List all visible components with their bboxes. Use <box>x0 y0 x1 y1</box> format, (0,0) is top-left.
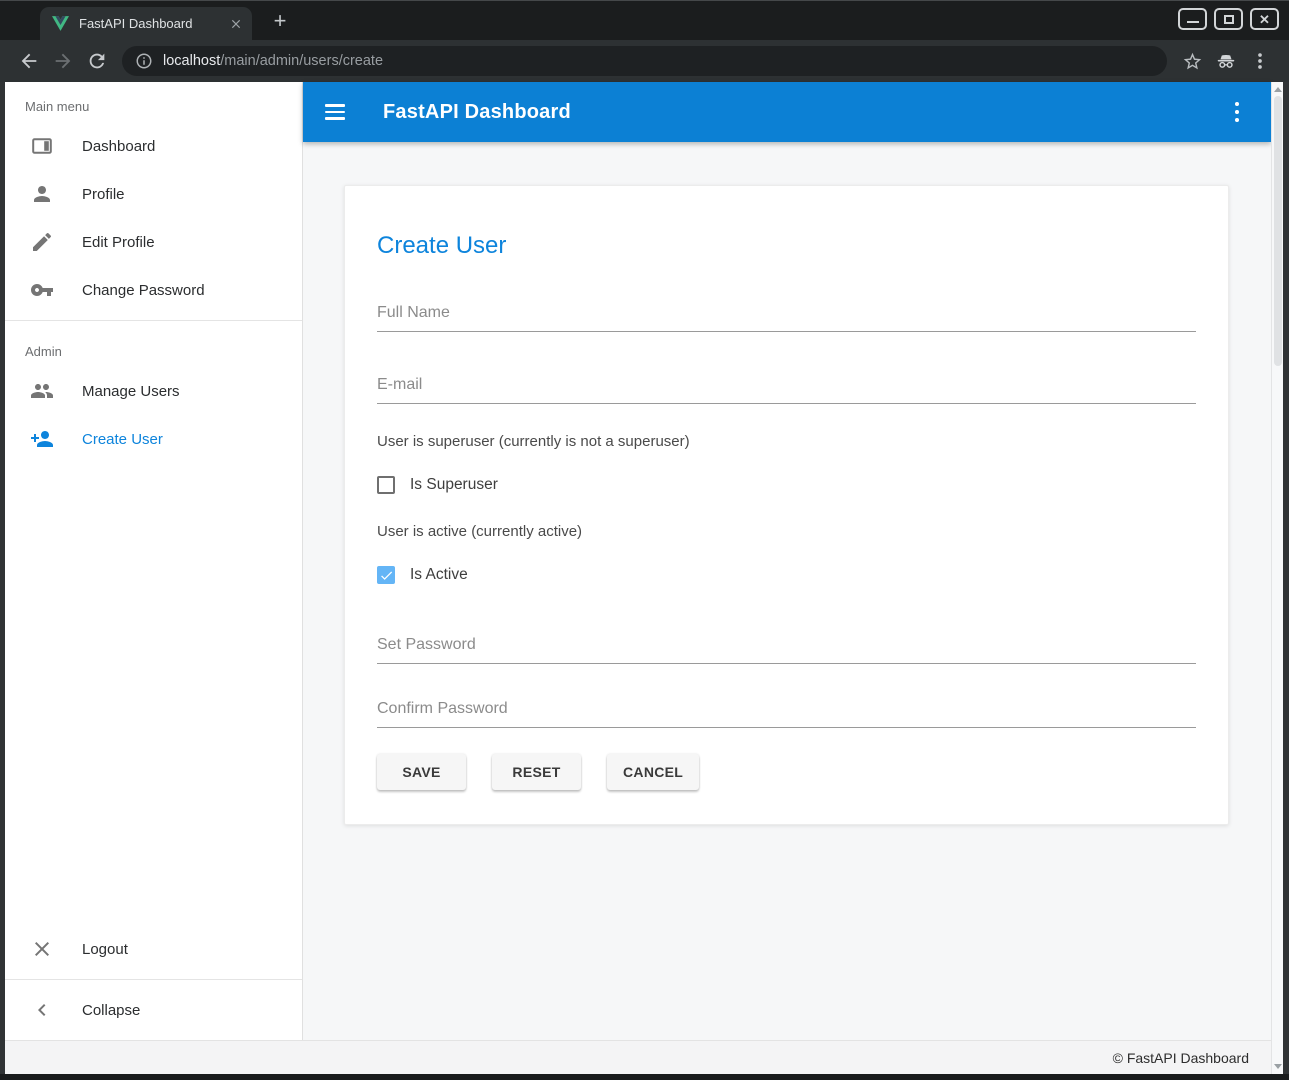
forward-button[interactable] <box>46 44 80 78</box>
window-minimize-button[interactable] <box>1178 8 1207 30</box>
save-button[interactable]: SAVE <box>377 754 466 790</box>
close-icon <box>30 937 54 961</box>
scrollbar-thumb[interactable] <box>1274 96 1282 366</box>
incognito-icon <box>1209 44 1243 78</box>
browser-tab-strip: FastAPI Dashboard + ✕ <box>0 0 1289 40</box>
sidebar-item-label: Create User <box>82 431 163 448</box>
sidebar-item-logout[interactable]: Logout <box>5 925 302 973</box>
main-area: FastAPI Dashboard Create User User is s <box>303 82 1271 1074</box>
reload-button[interactable] <box>80 44 114 78</box>
active-note: User is active (currently active) <box>377 523 1196 540</box>
browser-scrollbar[interactable] <box>1271 82 1283 1074</box>
sidebar-item-profile[interactable]: Profile <box>5 170 302 218</box>
sidebar-item-label: Dashboard <box>82 138 155 155</box>
sidebar-item-label: Collapse <box>82 1002 140 1019</box>
sidebar-item-manage-users[interactable]: Manage Users <box>5 367 302 415</box>
sidebar-section-main-menu: Main menu <box>5 82 302 122</box>
sidebar-item-dashboard[interactable]: Dashboard <box>5 122 302 170</box>
url-path: /main/admin/users/create <box>220 53 383 69</box>
people-icon <box>30 379 54 403</box>
address-bar[interactable]: localhost/main/admin/users/create <box>122 46 1167 76</box>
back-button[interactable] <box>12 44 46 78</box>
scrollbar-down-arrow-icon[interactable] <box>1274 1064 1282 1069</box>
is-superuser-label: Is Superuser <box>410 476 498 494</box>
footer-copyright: © FastAPI Dashboard <box>1113 1050 1249 1066</box>
browser-tab[interactable]: FastAPI Dashboard <box>40 7 252 40</box>
bookmark-star-icon[interactable] <box>1175 44 1209 78</box>
confirm-password-input[interactable] <box>377 694 1196 728</box>
email-field-wrap <box>377 370 1196 404</box>
is-active-row[interactable]: Is Active <box>377 566 1196 584</box>
sidebar-item-label: Edit Profile <box>82 234 155 251</box>
form-buttons: SAVE RESET CANCEL <box>377 754 1196 790</box>
sidebar-divider <box>5 979 302 980</box>
app-bar-menu-icon[interactable] <box>1225 100 1249 124</box>
sidebar-spacer <box>5 463 302 925</box>
cancel-button[interactable]: CANCEL <box>607 754 699 790</box>
new-tab-button[interactable]: + <box>268 9 292 33</box>
scrollbar-up-arrow-icon[interactable] <box>1274 87 1282 92</box>
hamburger-menu-icon[interactable] <box>325 100 349 124</box>
sidebar-item-collapse[interactable]: Collapse <box>5 986 302 1034</box>
sidebar: Main menu Dashboard Profile <box>5 82 303 1074</box>
is-superuser-checkbox[interactable] <box>377 476 395 494</box>
dashboard-icon <box>30 134 54 158</box>
full-name-field-wrap <box>377 298 1196 332</box>
url-host: localhost <box>163 53 220 69</box>
browser-window: FastAPI Dashboard + ✕ localhost/main/adm… <box>0 0 1289 1080</box>
page: Main menu Dashboard Profile <box>5 82 1283 1074</box>
sidebar-item-edit-profile[interactable]: Edit Profile <box>5 218 302 266</box>
sidebar-item-create-user[interactable]: Create User <box>5 415 302 463</box>
tab-close-icon[interactable] <box>228 16 244 32</box>
sidebar-item-label: Change Password <box>82 282 205 299</box>
browser-toolbar: localhost/main/admin/users/create <box>0 40 1289 82</box>
page-footer: © FastAPI Dashboard <box>5 1040 1271 1074</box>
window-frame-bottom <box>0 1074 1289 1080</box>
browser-menu-icon[interactable] <box>1243 44 1277 78</box>
page-title: Create User <box>377 232 1196 260</box>
pencil-icon <box>30 230 54 254</box>
site-info-icon[interactable] <box>135 52 153 70</box>
main-content: Create User User is superuser (currently… <box>303 142 1271 1074</box>
sidebar-section-admin: Admin <box>5 327 302 367</box>
window-frame-right <box>1283 82 1289 1074</box>
app-bar-title: FastAPI Dashboard <box>383 101 571 124</box>
page-viewport: Main menu Dashboard Profile <box>0 82 1289 1074</box>
confirm-password-field-wrap <box>377 694 1196 728</box>
sidebar-divider <box>5 320 302 321</box>
create-user-card: Create User User is superuser (currently… <box>344 185 1229 825</box>
reset-button[interactable]: RESET <box>492 754 581 790</box>
sidebar-item-change-password[interactable]: Change Password <box>5 266 302 314</box>
set-password-field-wrap <box>377 630 1196 664</box>
is-active-label: Is Active <box>410 566 468 584</box>
tab-title: FastAPI Dashboard <box>79 16 228 31</box>
sidebar-item-label: Logout <box>82 941 128 958</box>
set-password-input[interactable] <box>377 630 1196 664</box>
key-icon <box>30 278 54 302</box>
email-input[interactable] <box>377 370 1196 404</box>
window-close-button[interactable]: ✕ <box>1250 8 1279 30</box>
sidebar-item-label: Manage Users <box>82 383 180 400</box>
chevron-left-icon <box>30 998 54 1022</box>
vue-logo-icon <box>52 16 69 31</box>
is-superuser-row[interactable]: Is Superuser <box>377 476 1196 494</box>
sidebar-item-label: Profile <box>82 186 125 203</box>
person-icon <box>30 182 54 206</box>
full-name-input[interactable] <box>377 298 1196 332</box>
window-controls: ✕ <box>1178 8 1279 30</box>
is-active-checkbox[interactable] <box>377 566 395 584</box>
app-bar: FastAPI Dashboard <box>303 82 1271 142</box>
url-text: localhost/main/admin/users/create <box>163 53 383 69</box>
window-maximize-button[interactable] <box>1214 8 1243 30</box>
person-add-icon <box>30 427 54 451</box>
superuser-note: User is superuser (currently is not a su… <box>377 433 1196 450</box>
